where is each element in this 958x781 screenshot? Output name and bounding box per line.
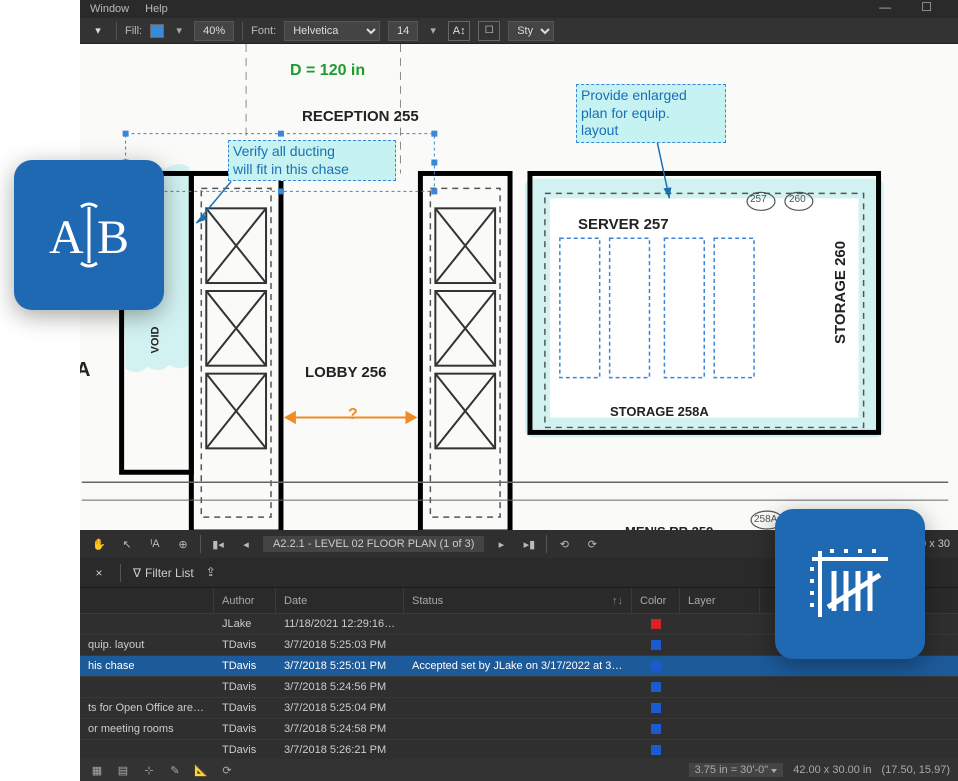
doc-title[interactable]: A2.2.1 - LEVEL 02 FLOOR PLAN (1 of 3) — [263, 536, 484, 552]
maximize-icon[interactable]: ☐ — [921, 0, 932, 14]
status-bar: ▦ ▤ ⊹ ✎ 📐 ⟳ 3.75 in = 30'-0" 42.00 x 30.… — [80, 759, 958, 781]
table-row[interactable]: ts for Open Office areas?TDavis3/7/2018 … — [80, 698, 958, 719]
next-view-icon[interactable]: ⟳ — [581, 533, 603, 555]
room-storage-258a: STORAGE 258A — [610, 404, 709, 419]
grid-letter-a: A — [80, 359, 90, 382]
grid2-icon[interactable]: ▤ — [114, 761, 132, 779]
measure-icon[interactable]: 📐 — [192, 761, 210, 779]
pan-tool-icon[interactable]: ✋ — [88, 533, 110, 555]
dimension-question: ? — [348, 406, 358, 424]
col-status[interactable]: Status↑↓ — [404, 588, 632, 613]
fill-color-swatch[interactable] — [150, 24, 164, 38]
opacity-input[interactable] — [194, 21, 234, 41]
cursor-coords: (17.50, 15.97) — [882, 764, 951, 776]
font-label: Font: — [251, 25, 276, 37]
next-page-icon[interactable]: ▸ — [490, 533, 512, 555]
first-page-icon[interactable]: ▮◂ — [207, 533, 229, 555]
menu-window[interactable]: Window — [90, 3, 129, 15]
fill-dd-icon[interactable]: ▾ — [172, 21, 186, 41]
text-case-button[interactable]: A↕ — [448, 21, 470, 41]
prev-view-icon[interactable]: ⟲ — [553, 533, 575, 555]
fill-label: Fill: — [125, 25, 142, 37]
col-date[interactable]: Date — [276, 588, 404, 613]
sync-icon[interactable]: ⟳ — [218, 761, 236, 779]
room-void: VOID — [149, 327, 161, 354]
select-tool-icon[interactable]: ↖ — [116, 533, 138, 555]
tag-260: 260 — [789, 194, 806, 205]
menubar: Window Help — ☐ — [80, 0, 958, 18]
scale-readout[interactable]: 3.75 in = 30'-0" — [689, 763, 784, 777]
font-size-input[interactable] — [388, 21, 418, 41]
close-panel-icon[interactable]: × — [90, 564, 108, 582]
col-author[interactable]: Author — [214, 588, 276, 613]
text-box-button[interactable]: ☐ — [478, 21, 500, 41]
font-select[interactable]: Helvetica — [284, 21, 380, 41]
tally-badge — [775, 509, 925, 659]
svg-text:A: A — [49, 211, 84, 264]
filter-list-button[interactable]: ∇ Filter List — [133, 566, 194, 580]
text-tool-icon[interactable]: ᴵA — [144, 533, 166, 555]
room-lobby: LOBBY 256 — [305, 364, 386, 381]
col-layer[interactable]: Layer — [680, 588, 760, 613]
room-storage-260: STORAGE 260 — [832, 241, 849, 344]
annotation-enlarged-plan[interactable]: Provide enlarged plan for equip. layout — [576, 84, 726, 143]
svg-text:B: B — [97, 211, 129, 264]
zoom-tool-icon[interactable]: ⊕ — [172, 533, 194, 555]
format-toolbar: ▾ Fill: ▾ Font: Helvetica ▾ A↕ ☐ Style — [80, 18, 958, 44]
snap-icon[interactable]: ⊹ — [140, 761, 158, 779]
sort-icon[interactable]: ↑↓ — [612, 595, 623, 607]
room-server: SERVER 257 — [578, 216, 669, 233]
text-tool-badge: A B — [14, 160, 164, 310]
minimize-icon[interactable]: — — [879, 0, 891, 14]
table-row[interactable]: his chaseTDavis3/7/2018 5:25:01 PMAccept… — [80, 656, 958, 677]
grid-icon[interactable]: ▦ — [88, 761, 106, 779]
page-dim-readout: 42.00 x 30.00 in — [793, 764, 871, 776]
col-subject[interactable] — [80, 588, 214, 613]
style-select[interactable]: Style — [508, 21, 554, 41]
menu-help[interactable]: Help — [145, 3, 168, 15]
font-size-dd[interactable]: ▾ — [426, 21, 440, 41]
table-row[interactable]: TDavis3/7/2018 5:26:21 PM — [80, 740, 958, 759]
table-row[interactable]: TDavis3/7/2018 5:24:56 PM — [80, 677, 958, 698]
table-row[interactable]: or meeting roomsTDavis3/7/2018 5:24:58 P… — [80, 719, 958, 740]
dimension-d: D = 120 in — [290, 62, 365, 80]
col-color[interactable]: Color — [632, 588, 680, 613]
tool-dropdown[interactable]: ▾ — [88, 21, 108, 41]
annotation-ducting[interactable]: Verify all ducting will fit in this chas… — [228, 140, 396, 181]
edit-icon[interactable]: ✎ — [166, 761, 184, 779]
filter-icon: ∇ — [133, 566, 141, 580]
tag-257: 257 — [750, 194, 767, 205]
prev-page-icon[interactable]: ◂ — [235, 533, 257, 555]
room-reception: RECEPTION 255 — [302, 108, 419, 125]
last-page-icon[interactable]: ▸▮ — [518, 533, 540, 555]
share-icon[interactable]: ⇪ — [206, 565, 222, 581]
tag-258a: 258A — [754, 514, 777, 525]
